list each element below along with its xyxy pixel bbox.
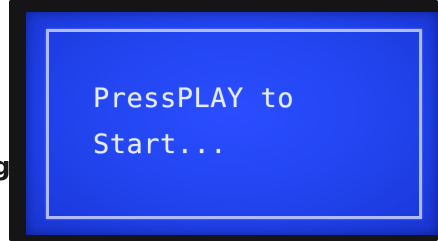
lcd-screen: PressPLAY to Start... xyxy=(26,12,438,235)
screen-border-frame xyxy=(46,29,422,219)
partial-background-text: g xyxy=(0,152,9,192)
message-line-2: Start... xyxy=(93,129,228,160)
partial-background-letter: g xyxy=(0,152,9,182)
lcd-bezel: PressPLAY to Start... xyxy=(9,0,438,241)
message-line-1: PressPLAY to xyxy=(93,83,295,114)
